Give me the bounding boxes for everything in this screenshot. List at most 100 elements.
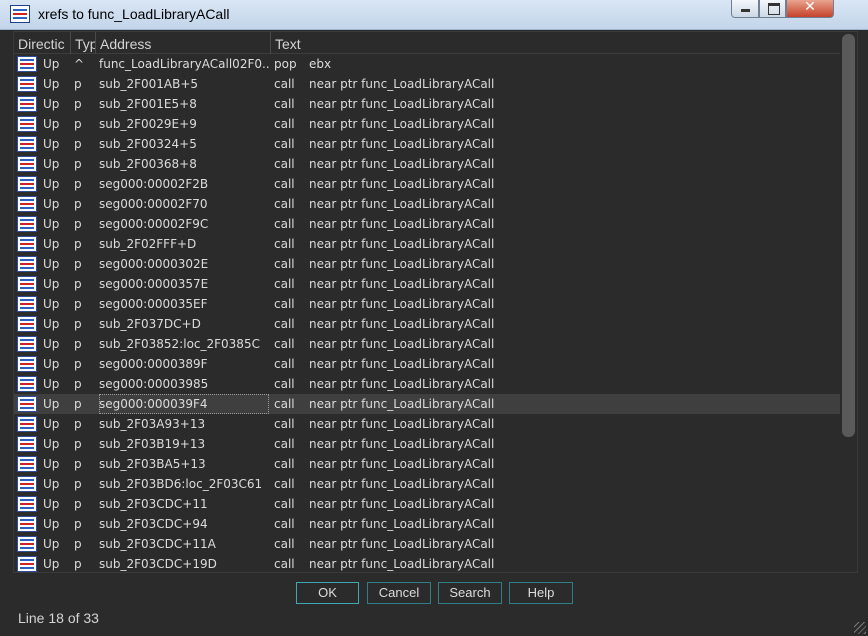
row-address: seg000:00002F2B <box>99 177 209 191</box>
row-direction: Up <box>43 77 60 91</box>
table-row[interactable]: Up p sub_2F037DC+D call near ptr func_LoadLi… <box>14 314 840 334</box>
row-operand: near ptr func_LoadLibraryACall <box>309 477 495 491</box>
table-row[interactable]: Up p sub_2F03CDC+19D call near ptr func_Load… <box>14 554 840 572</box>
row-operand: near ptr func_LoadLibraryACall <box>309 277 495 291</box>
row-address: func_LoadLibraryACall02F0... <box>99 57 269 71</box>
table-row[interactable]: Up p sub_2F03A93+13 call near ptr func_LoadL… <box>14 414 840 434</box>
xref-list-icon <box>17 156 37 172</box>
close-icon: ✕ <box>804 0 816 15</box>
row-operand: near ptr func_LoadLibraryACall <box>309 457 495 471</box>
row-type: p <box>74 277 82 291</box>
row-mnemonic: call <box>274 317 295 331</box>
table-row[interactable]: Up p seg000:00002F9C call near ptr func_Load… <box>14 214 840 234</box>
row-mnemonic: call <box>274 297 295 311</box>
xref-list-icon <box>17 456 37 472</box>
row-type: p <box>74 157 82 171</box>
xref-list-icon <box>17 256 37 272</box>
row-operand: near ptr func_LoadLibraryACall <box>309 257 495 271</box>
table-row[interactable]: Up p sub_2F02FFF+D call near ptr func_LoadLi… <box>14 234 840 254</box>
row-direction: Up <box>43 57 60 71</box>
table-row[interactable]: Up p sub_2F0029E+9 call near ptr func_LoadLi… <box>14 114 840 134</box>
row-mnemonic: call <box>274 177 295 191</box>
row-address: sub_2F001E5+8 <box>99 97 197 111</box>
table-row[interactable]: Up p sub_2F03BA5+13 call near ptr func_LoadL… <box>14 454 840 474</box>
row-mnemonic: call <box>274 497 295 511</box>
row-address: sub_2F03BD6:loc_2F03C61 <box>99 477 263 491</box>
help-button[interactable]: Help <box>509 582 573 604</box>
table-row[interactable]: Up ^ func_LoadLibraryACall02F0... pop ebx <box>14 54 840 74</box>
row-direction: Up <box>43 517 60 531</box>
row-operand: near ptr func_LoadLibraryACall <box>309 77 495 91</box>
title-bar[interactable]: xrefs to func_LoadLibraryACall ✕ <box>0 0 868 30</box>
row-type: p <box>74 537 82 551</box>
column-header-type[interactable]: Typ <box>71 32 96 54</box>
table-row[interactable]: Up p sub_2F001AB+5 call near ptr func_LoadLi… <box>14 74 840 94</box>
row-direction: Up <box>43 437 60 451</box>
row-type: p <box>74 77 82 91</box>
minimize-button[interactable] <box>731 0 759 18</box>
table-row[interactable]: Up p sub_2F00368+8 call near ptr func_LoadLi… <box>14 154 840 174</box>
column-header-direction[interactable]: Directic <box>14 32 71 54</box>
row-address: sub_2F0029E+9 <box>99 117 197 131</box>
table-row[interactable]: Up p sub_2F03CDC+94 call near ptr func_LoadL… <box>14 514 840 534</box>
row-address: seg000:00003985 <box>99 377 209 391</box>
xrefs-list[interactable]: Directic Typ Address Text Up ^ func_LoadLi… <box>13 31 858 573</box>
row-direction: Up <box>43 297 60 311</box>
xref-list-icon <box>17 216 37 232</box>
table-row[interactable]: Up p sub_2F03BD6:loc_2F03C61 call near ptr f… <box>14 474 840 494</box>
xref-list-icon <box>17 476 37 492</box>
table-row[interactable]: Up p sub_2F03CDC+11 call near ptr func_LoadL… <box>14 494 840 514</box>
row-type: p <box>74 317 82 331</box>
table-row[interactable]: Up p seg000:00002F70 call near ptr func_Load… <box>14 194 840 214</box>
table-row[interactable]: Up p seg000:0000389F call near ptr func_Load… <box>14 354 840 374</box>
table-row[interactable]: Up p sub_2F03B19+13 call near ptr func_LoadL… <box>14 434 840 454</box>
close-button[interactable]: ✕ <box>786 0 834 18</box>
row-address: sub_2F03CDC+94 <box>99 517 208 531</box>
row-address: sub_2F03CDC+11 <box>99 497 208 511</box>
table-row[interactable]: Up p sub_2F03CDC+11A call near ptr func_Load… <box>14 534 840 554</box>
row-operand: near ptr func_LoadLibraryACall <box>309 297 495 311</box>
xref-list-icon <box>17 536 37 552</box>
row-mnemonic: call <box>274 137 295 151</box>
maximize-button[interactable] <box>759 0 786 18</box>
cancel-button[interactable]: Cancel <box>367 582 431 604</box>
row-operand: near ptr func_LoadLibraryACall <box>309 377 495 391</box>
row-type: p <box>74 197 82 211</box>
resize-grip-icon[interactable] <box>854 622 866 634</box>
xref-list-icon <box>17 316 37 332</box>
table-row[interactable]: Up p seg000:00002F2B call near ptr func_Load… <box>14 174 840 194</box>
window-frame <box>0 30 13 606</box>
row-address: seg000:000039F4 <box>99 394 269 414</box>
row-mnemonic: call <box>274 337 295 351</box>
row-type: p <box>74 477 82 491</box>
vertical-scrollbar[interactable] <box>840 32 857 572</box>
scrollbar-thumb[interactable] <box>842 34 855 437</box>
table-row[interactable]: Up p sub_2F001E5+8 call near ptr func_LoadLi… <box>14 94 840 114</box>
xref-list-icon <box>17 136 37 152</box>
row-mnemonic: call <box>274 557 295 571</box>
row-address: sub_2F001AB+5 <box>99 77 199 91</box>
row-operand: near ptr func_LoadLibraryACall <box>309 217 495 231</box>
row-direction: Up <box>43 397 60 411</box>
ok-button[interactable]: OK <box>296 582 359 604</box>
column-header-address[interactable]: Address <box>96 32 271 54</box>
row-direction: Up <box>43 557 60 571</box>
row-direction: Up <box>43 197 60 211</box>
row-operand: near ptr func_LoadLibraryACall <box>309 97 495 111</box>
table-row[interactable]: Up p seg000:0000302E call near ptr func_Load… <box>14 254 840 274</box>
row-type: p <box>74 97 82 111</box>
row-mnemonic: call <box>274 197 295 211</box>
table-row[interactable]: Up p seg000:000039F4 call near ptr func_Load… <box>14 394 840 414</box>
row-operand: near ptr func_LoadLibraryACall <box>309 357 495 371</box>
row-operand: near ptr func_LoadLibraryACall <box>309 157 495 171</box>
row-operand: near ptr func_LoadLibraryACall <box>309 317 495 331</box>
row-mnemonic: call <box>274 157 295 171</box>
search-button[interactable]: Search <box>438 582 502 604</box>
row-direction: Up <box>43 477 60 491</box>
table-row[interactable]: Up p sub_2F00324+5 call near ptr func_LoadLi… <box>14 134 840 154</box>
table-row[interactable]: Up p sub_2F03852:loc_2F0385C call near ptr f… <box>14 334 840 354</box>
table-row[interactable]: Up p seg000:00003985 call near ptr func_Load… <box>14 374 840 394</box>
column-header-text[interactable]: Text <box>271 32 840 54</box>
table-row[interactable]: Up p seg000:000035EF call near ptr func_Load… <box>14 294 840 314</box>
table-row[interactable]: Up p seg000:0000357E call near ptr func_Load… <box>14 274 840 294</box>
